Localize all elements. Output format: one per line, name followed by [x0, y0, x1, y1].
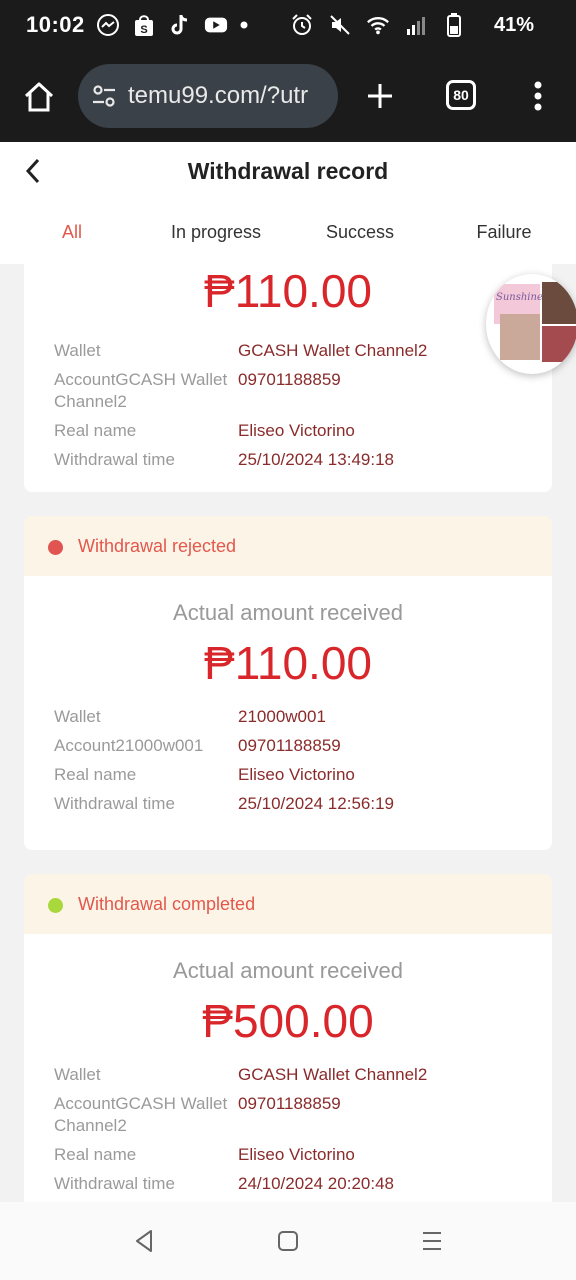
page-header: Withdrawal record [0, 142, 576, 204]
amount-value: ₱110.00 [204, 637, 372, 689]
real-name-label: Real name [54, 1145, 137, 1164]
tab-failure[interactable]: Failure [432, 222, 576, 243]
amount-label: Actual amount received [173, 600, 403, 625]
tab-switcher-button[interactable]: 80 [446, 80, 476, 110]
account-value: 09701188859 [238, 736, 341, 755]
withdrawal-time-value: 24/10/2024 20:20:48 [238, 1174, 394, 1193]
amount-label: Actual amount received [173, 958, 403, 983]
browser-toolbar: temu99.com/?utr 80 [0, 56, 576, 142]
system-nav-bar [0, 1202, 576, 1280]
tiktok-icon [168, 12, 192, 38]
status-header: Withdrawal completed [24, 874, 552, 934]
photo-tile [542, 326, 576, 362]
record-list[interactable]: ₱110.00 Wallet GCASH Wallet Channel2 Acco… [0, 264, 576, 1202]
address-bar[interactable]: temu99.com/?utr [78, 64, 338, 128]
svg-text:S: S [140, 24, 147, 36]
account-label: AccountGCASH Wallet Channel2 [54, 1094, 228, 1135]
tab-all[interactable]: All [0, 222, 144, 243]
real-name-value: Eliseo Victorino [238, 765, 355, 784]
wallet-value: GCASH Wallet Channel2 [238, 341, 428, 360]
real-name-label: Real name [54, 421, 137, 440]
account-label: AccountGCASH Wallet Channel2 [54, 370, 228, 411]
real-name-value: Eliseo Victorino [238, 421, 355, 440]
clock: 10:02 [26, 12, 85, 37]
withdrawal-time-label: Withdrawal time [54, 450, 175, 469]
sticker-text: Sunshine [496, 292, 543, 303]
record-card: ₱110.00 Wallet GCASH Wallet Channel2 Acco… [24, 264, 552, 492]
nav-back-icon[interactable] [132, 1228, 156, 1254]
status-bar: 10:02 S 41% [0, 0, 576, 56]
site-settings-icon[interactable] [90, 82, 118, 110]
shopee-icon: S [132, 12, 156, 38]
home-icon[interactable] [22, 80, 56, 114]
record-card: Withdrawal rejected Actual amount receiv… [24, 516, 552, 850]
amount-value: ₱110.00 [204, 265, 372, 317]
new-tab-icon[interactable] [362, 78, 398, 114]
wallet-label: Wallet [54, 707, 101, 726]
nav-home-icon[interactable] [276, 1228, 300, 1254]
withdrawal-time-label: Withdrawal time [54, 1174, 175, 1193]
status-text: Withdrawal completed [78, 894, 256, 914]
status-header: Withdrawal rejected [24, 516, 552, 576]
withdrawal-time-value: 25/10/2024 13:49:18 [238, 450, 394, 469]
alarm-icon [290, 12, 314, 38]
dot-icon [240, 12, 248, 38]
photo-tile [542, 282, 576, 324]
withdrawal-time-value: 25/10/2024 12:56:19 [238, 794, 394, 813]
floating-photo-bubble[interactable]: Sunshine [486, 274, 576, 374]
wallet-label: Wallet [54, 1065, 101, 1084]
tab-success[interactable]: Success [288, 222, 432, 243]
wallet-value: GCASH Wallet Channel2 [238, 1065, 428, 1084]
wallet-label: Wallet [54, 341, 101, 360]
account-value: 09701188859 [238, 1094, 341, 1113]
page-title: Withdrawal record [187, 158, 389, 184]
tab-in-progress[interactable]: In progress [144, 222, 288, 243]
messenger-icon [96, 12, 120, 38]
record-card: Withdrawal completed Actual amount recei… [24, 874, 552, 1202]
photo-tile [500, 314, 540, 360]
amount-value: ₱500.00 [202, 995, 374, 1047]
wifi-icon [366, 12, 390, 38]
battery-percent: 41% [493, 14, 534, 36]
wallet-value: 21000w001 [238, 707, 326, 726]
signal-icon [404, 12, 428, 38]
filter-tabs: All In progress Success Failure [0, 204, 576, 264]
mute-icon [328, 12, 352, 38]
status-text: Withdrawal rejected [78, 536, 237, 556]
youtube-icon [204, 12, 228, 38]
status-dot [48, 898, 63, 913]
withdrawal-time-label: Withdrawal time [54, 794, 175, 813]
real-name-value: Eliseo Victorino [238, 1145, 355, 1164]
battery-icon [442, 12, 466, 38]
status-dot [48, 540, 63, 555]
more-menu-icon[interactable] [526, 78, 550, 114]
account-label: Account21000w001 [54, 736, 204, 755]
real-name-label: Real name [54, 765, 137, 784]
nav-menu-icon[interactable] [420, 1228, 444, 1254]
url-text[interactable]: temu99.com/?utr [128, 82, 308, 110]
account-value: 09701188859 [238, 370, 341, 389]
